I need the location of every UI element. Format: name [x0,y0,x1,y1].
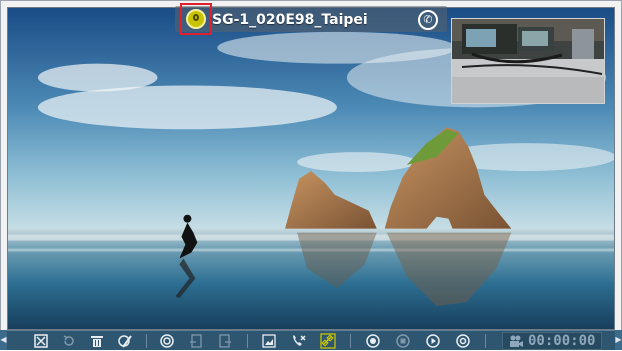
toolbar-separator [146,334,147,348]
scroll-right-arrow[interactable]: ▶ [615,330,622,350]
delete-icon[interactable] [89,331,105,351]
recording-timer: 00:00:00 [502,332,602,350]
rotate-icon[interactable] [61,331,77,351]
toolbar-separator [485,334,486,348]
snapshot-icon[interactable] [261,331,277,351]
video-camera-icon [510,335,523,347]
toolbar-separator [247,334,248,348]
timer-value: 00:00:00 [528,333,596,349]
bottom-toolbar: 00:00:00 [7,330,615,350]
pip-camera-image [452,19,604,103]
video-title: SG-1_020E98_Taipei [212,12,368,28]
end-call-icon[interactable] [290,331,308,351]
picture-in-picture-video[interactable] [451,18,605,104]
link-icon[interactable] [319,331,337,351]
target-icon[interactable] [159,331,175,351]
video-viewer[interactable] [7,7,615,330]
call-icon[interactable]: ✆ [418,10,438,30]
settings-icon[interactable] [455,331,471,351]
record-icon[interactable] [365,331,381,351]
paint-icon[interactable] [117,331,133,351]
export-right-icon[interactable] [217,331,233,351]
scroll-left-arrow[interactable]: ◀ [0,330,7,350]
toolbar-separator [350,334,351,348]
stop-icon[interactable] [395,331,411,351]
export-left-icon[interactable] [188,331,204,351]
play-icon[interactable] [425,331,441,351]
close-view-icon[interactable] [33,331,49,351]
selection-highlight [180,3,212,35]
